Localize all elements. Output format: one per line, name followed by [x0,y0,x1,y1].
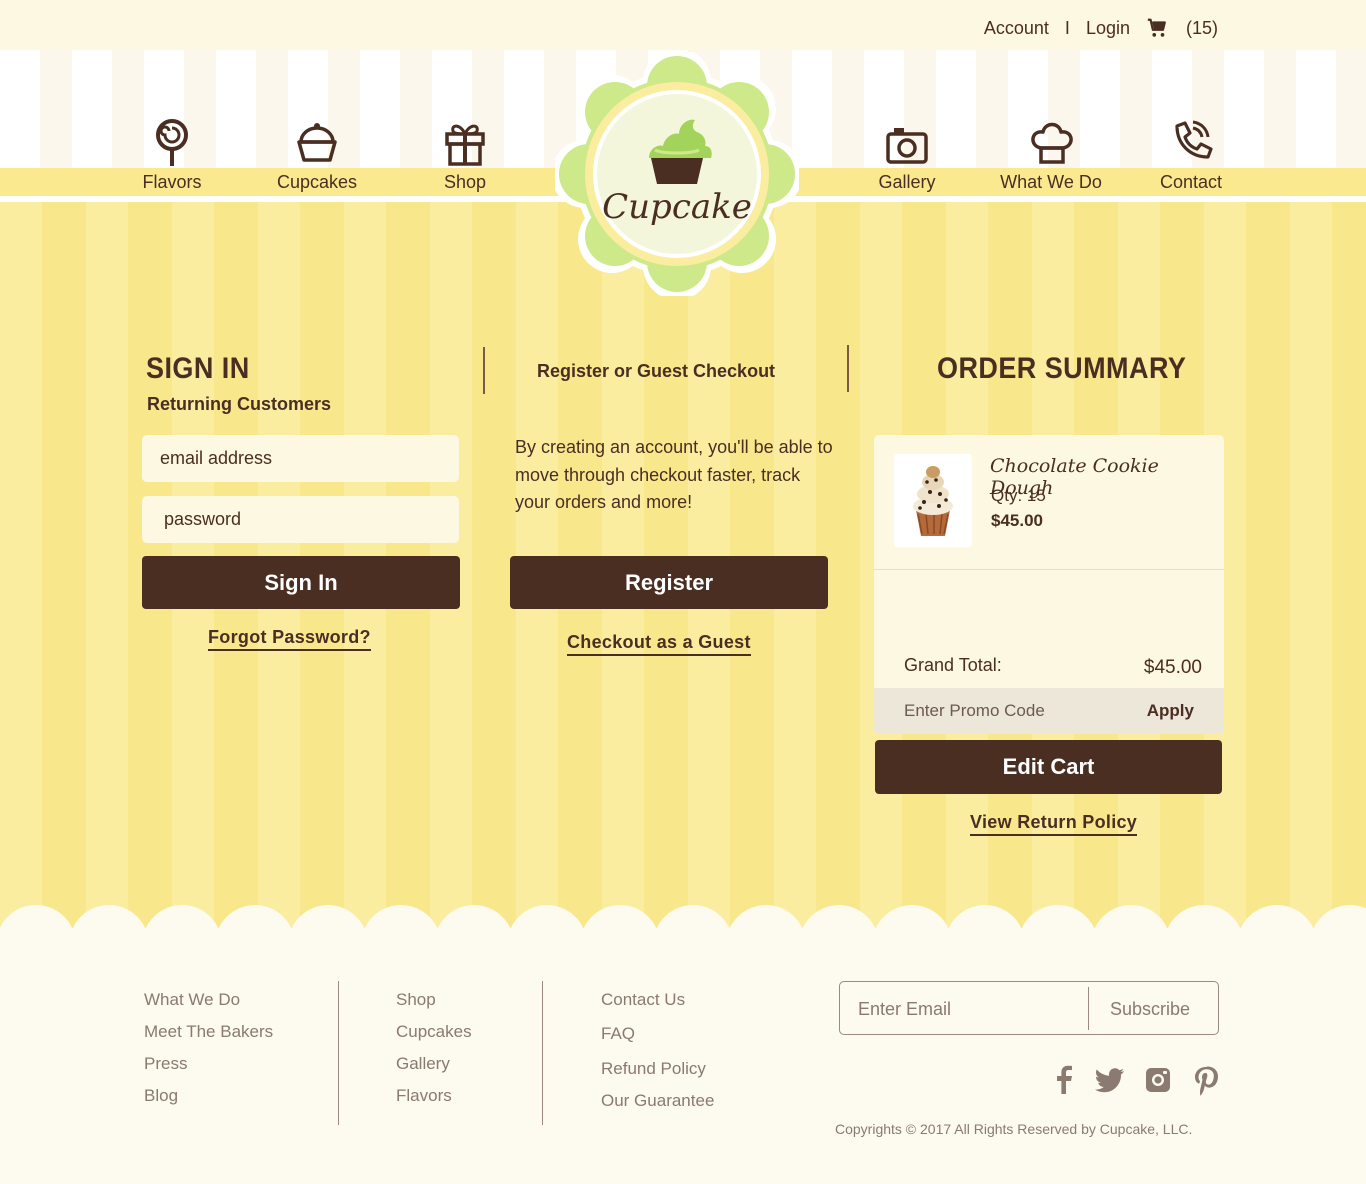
grand-total-label: Grand Total: [904,655,1002,675]
edit-cart-button[interactable]: Edit Cart [875,740,1222,794]
gift-icon [445,124,485,166]
footer-link[interactable]: Gallery [396,1054,472,1086]
header-separator: I [1064,17,1070,38]
grand-total-value: $45.00 [1143,657,1202,678]
cupcake-icon [297,123,337,162]
promo-code-input[interactable]: Enter Promo Code [904,701,1045,721]
register-description: By creating an account, you'll be able t… [515,437,833,512]
footer-divider [338,981,339,1125]
lollipop-icon [156,119,188,166]
footer-link[interactable]: What We Do [144,990,273,1022]
camera-icon [886,128,928,164]
cart-icon[interactable] [1146,17,1168,39]
nav-item-cupcakes[interactable]: Cupcakes [257,118,377,193]
password-field[interactable] [142,496,459,543]
logo-text: Cupcake [602,187,752,227]
forgot-password-link[interactable]: Forgot Password? [208,627,371,651]
footer-column-1: What We Do Meet The Bakers Press Blog [144,990,273,1118]
register-button[interactable]: Register [510,556,828,609]
pinterest-icon[interactable] [1191,1064,1221,1096]
order-summary-heading: ORDER SUMMARY [937,352,1187,385]
sign-in-heading: SIGN IN [146,352,250,385]
footer-column-2: Shop Cupcakes Gallery Flavors [396,990,472,1118]
footer-link[interactable]: Meet The Bakers [144,1022,273,1054]
footer-link[interactable]: Our Guarantee [601,1091,714,1123]
nav-item-gallery[interactable]: Gallery [847,118,967,193]
footer-link[interactable]: Press [144,1054,273,1086]
footer-link[interactable]: Blog [144,1086,273,1118]
return-policy-link[interactable]: View Return Policy [970,812,1138,836]
product-quantity: Qty: 15 [991,486,1046,505]
nav-label: Gallery [878,172,936,192]
newsletter-email-input[interactable]: Enter Email [858,999,951,1020]
newsletter-divider [1088,987,1089,1030]
sign-in-button[interactable]: Sign In [142,556,460,609]
footer-divider [542,981,543,1125]
footer-link[interactable]: Cupcakes [396,1022,472,1054]
cupcake-logo[interactable]: Cupcake [555,52,799,296]
column-divider [847,345,849,392]
footer-link[interactable]: Shop [396,990,472,1022]
nav-label: What We Do [1000,172,1102,192]
nav-label: Contact [1159,172,1223,192]
product-price: $45.00 [991,511,1043,530]
cart-count[interactable]: (15) [1186,18,1218,39]
register-heading: Register or Guest Checkout [537,361,776,381]
cupcake-photo [913,466,953,536]
product-thumbnail [894,454,972,547]
footer-link[interactable]: Contact Us [601,990,714,1024]
apply-promo-button[interactable]: Apply [1147,701,1194,721]
nav-item-what-we-do[interactable]: What We Do [991,118,1111,193]
nav-label: Shop [443,172,487,192]
facebook-icon[interactable] [1049,1064,1079,1096]
nav-item-contact[interactable]: Contact [1131,118,1251,193]
nav-item-shop[interactable]: Shop [405,118,525,193]
instagram-icon[interactable] [1143,1064,1173,1096]
chef-hat-icon [1031,122,1073,164]
scallop-edge [0,905,1366,945]
twitter-icon[interactable] [1094,1064,1126,1096]
nav-label: Cupcakes [276,172,358,192]
nav-label: Flavors [142,172,202,192]
copyright-text: Copyrights © 2017 All Rights Reserved by… [835,1121,1193,1137]
card-divider [874,569,1224,570]
account-links: Account I Login (15) [984,17,1218,39]
login-link[interactable]: Login [1086,18,1130,39]
column-divider [483,347,485,394]
nav-item-flavors[interactable]: Flavors [112,118,232,193]
footer-link[interactable]: FAQ [601,1024,714,1059]
newsletter-form: Enter Email Subscribe [839,981,1219,1035]
footer-column-3: Contact Us FAQ Refund Policy Our Guarant… [601,990,714,1123]
order-summary-card: Chocolate Cookie Dough Qty: 15 $45.00 Gr… [874,435,1224,734]
account-link[interactable]: Account [984,18,1049,39]
subscribe-button[interactable]: Subscribe [1110,999,1190,1020]
footer-link[interactable]: Refund Policy [601,1059,714,1091]
footer-link[interactable]: Flavors [396,1086,472,1118]
returning-customers-heading: Returning Customers [147,394,332,414]
phone-icon [1175,120,1213,159]
top-bar: Account I Login (15) [0,0,1366,50]
promo-code-row: Enter Promo Code Apply [874,688,1224,734]
guest-checkout-link[interactable]: Checkout as a Guest [567,632,751,656]
email-field[interactable] [142,435,459,482]
